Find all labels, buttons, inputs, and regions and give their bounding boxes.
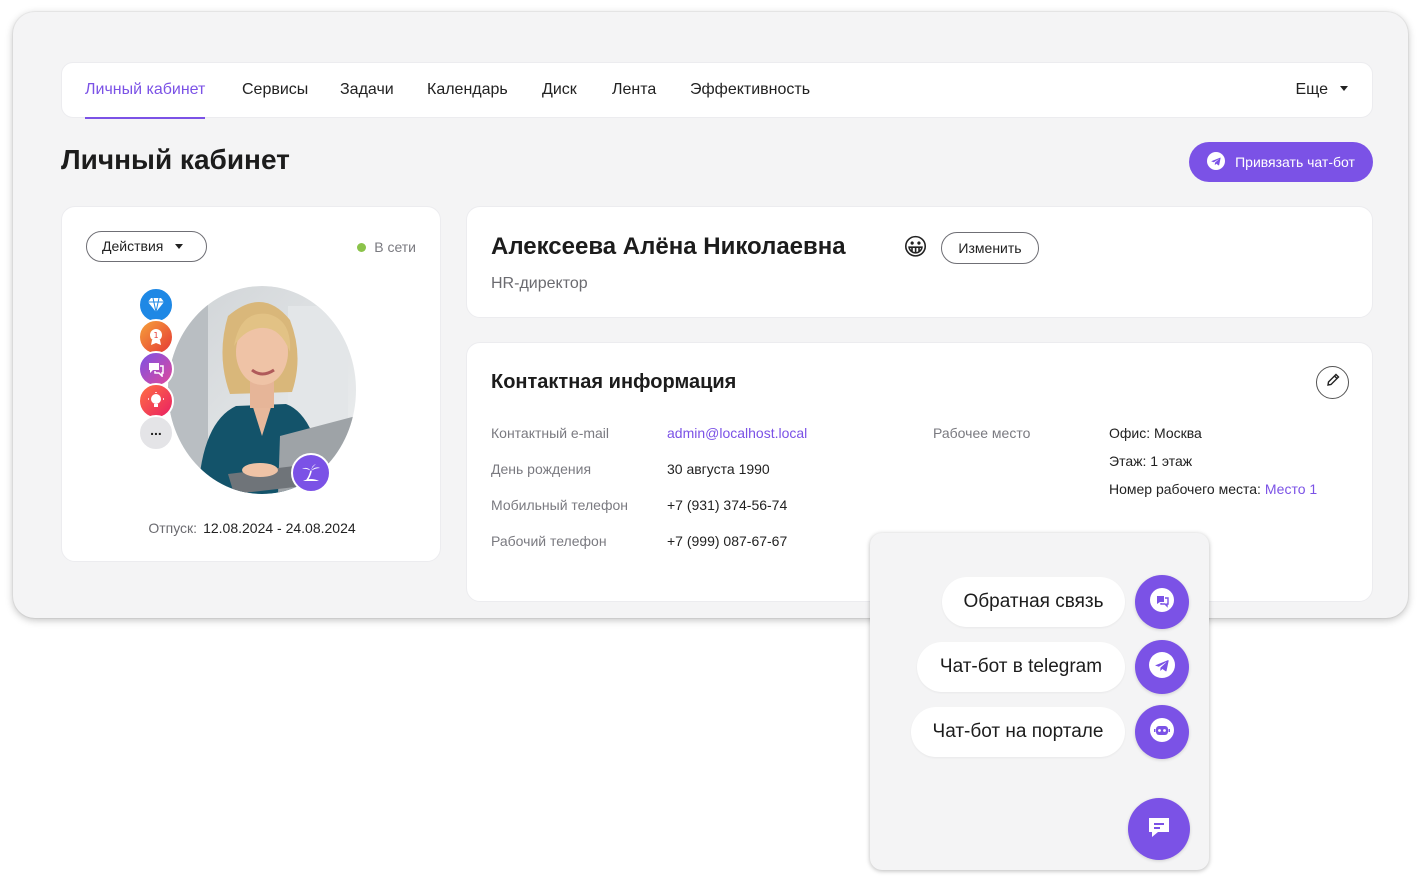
desk-link[interactable]: Место 1 (1265, 481, 1317, 497)
nav-item-feed[interactable]: Лента (612, 63, 656, 119)
vacation-label: Отпуск: (148, 520, 198, 536)
work-phone-value: +7 (999) 087-67-67 (667, 533, 788, 549)
name-card: Алексеева Алёна Николаевна 😀 Изменить HR… (466, 206, 1373, 318)
pencil-icon (1325, 372, 1341, 393)
robot-icon (1149, 717, 1175, 748)
nav-more-label: Еще (1295, 81, 1328, 98)
more-icon[interactable]: ... (138, 415, 174, 451)
chat-toggle-button[interactable] (1128, 798, 1190, 860)
edit-contact-button[interactable] (1316, 366, 1349, 399)
bind-chatbot-label: Привязать чат-бот (1235, 154, 1355, 170)
lightbulb-icon[interactable] (138, 383, 174, 419)
vacation-palm-icon[interactable] (291, 453, 331, 493)
telegram-icon (1149, 651, 1175, 683)
chat-icon (1144, 812, 1174, 847)
office-value: Офис: Москва (1109, 425, 1202, 441)
chat-bubbles-icon[interactable] (138, 351, 174, 387)
chevron-down-icon (1340, 86, 1348, 92)
online-status: В сети (357, 239, 416, 255)
email-link[interactable]: admin@localhost.local (667, 425, 807, 441)
diamond-icon[interactable] (138, 287, 174, 323)
svg-text:1: 1 (153, 331, 158, 340)
online-dot-icon (357, 242, 367, 252)
page-title: Личный кабинет (61, 144, 290, 175)
work-phone-label: Рабочий телефон (491, 533, 607, 549)
vacation-info: Отпуск: 12.08.2024 - 24.08.2024 (62, 520, 442, 536)
nav-item-disk[interactable]: Диск (542, 63, 577, 119)
edit-status-button[interactable]: Изменить (941, 232, 1039, 264)
floor-value: Этаж: 1 этаж (1109, 453, 1193, 469)
job-title: HR-директор (491, 275, 588, 292)
email-label: Контактный e-mail (491, 425, 610, 441)
telegram-bot-button[interactable] (1135, 640, 1189, 694)
more-badge-text: ... (150, 422, 162, 438)
birthday-value: 30 августа 1990 (667, 461, 770, 477)
nav-more-dropdown[interactable]: Еще (1295, 63, 1348, 119)
feedback-chat-icon (1149, 587, 1175, 618)
mobile-label: Мобильный телефон (491, 497, 628, 513)
telegram-icon (1207, 151, 1226, 173)
status-emoji-icon[interactable]: 😀 (903, 233, 928, 262)
nav-item-services[interactable]: Сервисы (242, 63, 308, 119)
desk-info: Номер рабочего места: Место 1 (1109, 481, 1317, 497)
top-nav: Личный кабинет Сервисы Задачи Календарь … (61, 62, 1373, 119)
vacation-dates: 12.08.2024 - 24.08.2024 (203, 520, 356, 536)
nav-item-tasks[interactable]: Задачи (340, 63, 394, 119)
app-window: Личный кабинет Сервисы Задачи Календарь … (13, 12, 1408, 618)
portal-bot-option[interactable]: Чат-бот на портале (911, 707, 1125, 757)
chevron-down-icon (175, 243, 184, 249)
feedback-button[interactable] (1135, 575, 1189, 629)
feedback-option[interactable]: Обратная связь (942, 577, 1125, 627)
medal-icon[interactable]: 1 (138, 319, 174, 355)
nav-item-cabinet[interactable]: Личный кабинет (85, 63, 206, 119)
birthday-label: День рождения (491, 461, 592, 477)
person-name: Алексеева Алёна Николаевна (491, 233, 846, 260)
nav-item-efficiency[interactable]: Эффективность (690, 63, 810, 119)
contact-title: Контактная информация (491, 371, 737, 393)
portal-bot-button[interactable] (1135, 705, 1189, 759)
online-status-text: В сети (374, 239, 416, 255)
bind-chatbot-button[interactable]: Привязать чат-бот (1189, 142, 1373, 182)
actions-dropdown[interactable]: Действия (86, 231, 207, 262)
desk-label: Номер рабочего места: (1109, 481, 1261, 497)
chat-menu-popup: Обратная связь Чат-бот в telegram Чат-бо… (870, 533, 1209, 870)
profile-card: Действия В сети 1 ... Отпуск: 12.08.2024… (61, 206, 441, 562)
actions-label: Действия (102, 238, 164, 254)
mobile-value: +7 (931) 374-56-74 (667, 497, 788, 513)
workplace-label: Рабочее место (933, 425, 1031, 441)
telegram-bot-option[interactable]: Чат-бот в telegram (917, 642, 1125, 692)
nav-item-calendar[interactable]: Календарь (427, 63, 508, 119)
